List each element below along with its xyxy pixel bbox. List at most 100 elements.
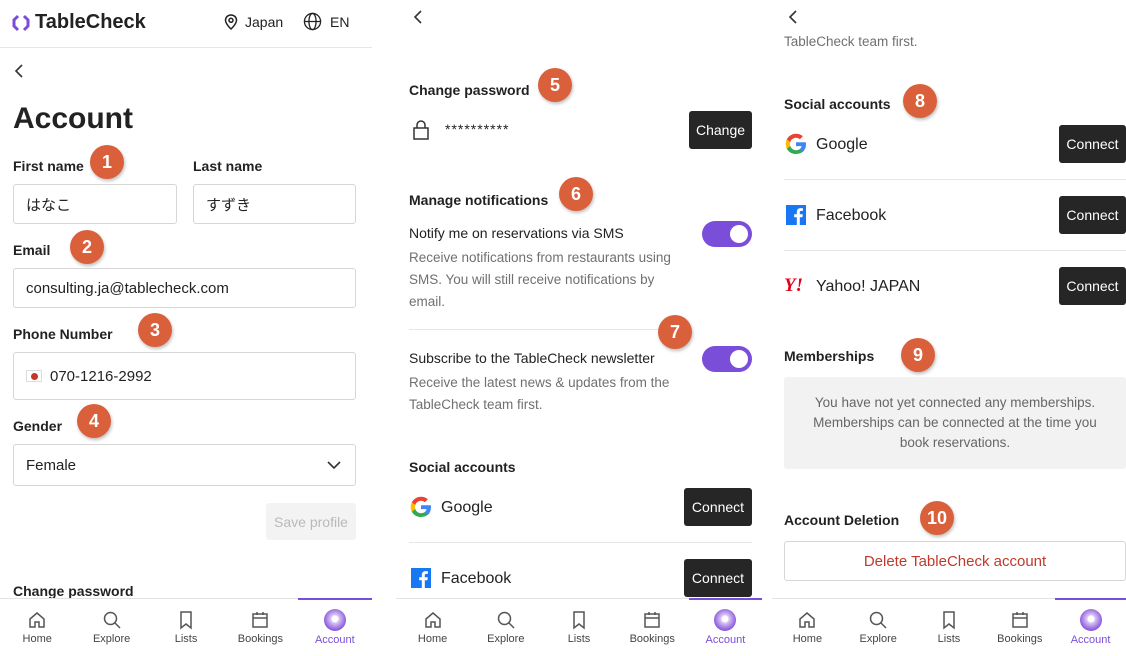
nav-lists-label: Lists bbox=[174, 633, 198, 645]
annotation-badge-4: 4 bbox=[77, 404, 111, 438]
google-connect-button[interactable]: Connect bbox=[1059, 125, 1126, 163]
region-label: Japan bbox=[245, 14, 284, 30]
email-label: Email bbox=[13, 242, 51, 258]
nav-explore[interactable]: Explore bbox=[843, 599, 914, 656]
change-password-heading-cut: Change password bbox=[13, 583, 134, 599]
bottom-navigation: Home Explore Lists Bookings Account bbox=[772, 598, 1126, 656]
brand-name: TableCheck bbox=[35, 11, 146, 33]
search-icon bbox=[869, 611, 887, 629]
avatar bbox=[1079, 609, 1102, 631]
phone-field[interactable]: 070-1216-2992 bbox=[13, 352, 356, 400]
facebook-connect-button[interactable]: Connect bbox=[1059, 196, 1126, 234]
bookmark-icon bbox=[573, 611, 585, 630]
yahoo-japan-label: Yahoo! JAPAN bbox=[816, 278, 921, 295]
nav-bookings-label: Bookings bbox=[237, 633, 284, 645]
nav-lists-label: Lists bbox=[937, 633, 961, 645]
search-icon bbox=[497, 611, 515, 629]
calendar-icon bbox=[1012, 612, 1028, 628]
nav-account[interactable]: Account bbox=[1055, 598, 1126, 656]
nav-bookings-label: Bookings bbox=[629, 633, 675, 645]
sms-notification-title: Notify me on reservations via SMS bbox=[409, 225, 624, 241]
nav-account[interactable]: Account bbox=[297, 598, 372, 656]
chevron-down-icon bbox=[327, 461, 341, 470]
annotation-badge-1: 1 bbox=[90, 145, 124, 179]
delete-account-button[interactable]: Delete TableCheck account bbox=[784, 541, 1126, 581]
memberships-empty-box: You have not yet connected any membershi… bbox=[784, 377, 1126, 469]
nav-explore[interactable]: Explore bbox=[469, 599, 542, 656]
change-password-button[interactable]: Change bbox=[689, 111, 752, 149]
nav-lists[interactable]: Lists bbox=[542, 599, 615, 656]
nav-home[interactable]: Home bbox=[772, 599, 843, 656]
back-chevron-icon[interactable] bbox=[14, 62, 24, 83]
nav-home[interactable]: Home bbox=[0, 599, 74, 656]
home-icon bbox=[799, 612, 816, 628]
nav-home-label: Home bbox=[22, 633, 52, 645]
region-selector[interactable]: Japan bbox=[224, 14, 283, 30]
nav-account-label: Account bbox=[314, 634, 355, 646]
back-chevron-icon[interactable] bbox=[788, 8, 798, 29]
social-accounts-heading: Social accounts bbox=[784, 96, 891, 112]
yahoo-japan-connect-button[interactable]: Connect bbox=[1059, 267, 1126, 305]
search-icon bbox=[103, 611, 121, 629]
gender-select[interactable]: Female bbox=[13, 444, 356, 486]
account-profile-panel: TableCheck Japan EN Account First name 1… bbox=[0, 0, 372, 656]
sms-notification-desc: Receive notifications from restaurants u… bbox=[409, 250, 671, 309]
language-label: EN bbox=[330, 13, 350, 30]
social-accounts-heading: Social accounts bbox=[409, 459, 516, 475]
home-icon bbox=[29, 612, 45, 628]
nav-lists[interactable]: Lists bbox=[149, 599, 223, 656]
annotation-badge-8: 8 bbox=[903, 84, 937, 118]
calendar-icon bbox=[252, 612, 269, 628]
annotation-badge-9: 9 bbox=[901, 338, 935, 372]
facebook-icon bbox=[411, 568, 431, 588]
nav-explore-label: Explore bbox=[92, 633, 131, 645]
newsletter-desc: Receive the latest news & updates from t… bbox=[409, 375, 670, 412]
facebook-icon bbox=[786, 205, 806, 225]
language-selector[interactable]: EN bbox=[303, 12, 349, 31]
gender-label: Gender bbox=[13, 418, 63, 434]
save-profile-button[interactable]: Save profile bbox=[266, 503, 356, 540]
nav-home[interactable]: Home bbox=[396, 599, 469, 656]
memberships-heading: Memberships bbox=[784, 348, 875, 364]
tablecheck-logo-icon bbox=[12, 14, 30, 31]
page-title: Account bbox=[13, 102, 133, 135]
location-pin-icon bbox=[224, 14, 238, 30]
first-name-label: First name bbox=[13, 158, 84, 174]
last-name-label: Last name bbox=[193, 158, 263, 174]
bottom-navigation: Home Explore Lists Bookings Account bbox=[396, 598, 762, 656]
email-field[interactable]: consulting.ja@tablecheck.com bbox=[13, 268, 356, 308]
google-label: Google bbox=[816, 136, 868, 153]
google-label: Google bbox=[441, 499, 493, 516]
facebook-connect-button[interactable]: Connect bbox=[684, 559, 752, 597]
memberships-empty-text: You have not yet connected any membershi… bbox=[813, 395, 1097, 450]
nav-account[interactable]: Account bbox=[688, 598, 762, 656]
google-icon bbox=[785, 133, 806, 154]
nav-home-label: Home bbox=[792, 633, 823, 645]
newsletter-toggle[interactable] bbox=[702, 346, 752, 372]
annotation-badge-3: 3 bbox=[138, 313, 172, 347]
top-header: TableCheck Japan EN bbox=[0, 0, 372, 48]
lock-icon bbox=[413, 120, 429, 140]
calendar-icon bbox=[644, 612, 660, 628]
japan-flag-icon bbox=[26, 370, 42, 382]
google-connect-button[interactable]: Connect bbox=[684, 488, 752, 526]
nav-bookings[interactable]: Bookings bbox=[984, 599, 1055, 656]
newsletter-title: Subscribe to the TableCheck newsletter bbox=[409, 350, 655, 366]
back-chevron-icon[interactable] bbox=[413, 8, 423, 29]
social-divider bbox=[409, 542, 752, 543]
sms-toggle[interactable] bbox=[702, 221, 752, 247]
nav-bookings[interactable]: Bookings bbox=[616, 599, 689, 656]
home-icon bbox=[424, 612, 441, 628]
nav-bookings[interactable]: Bookings bbox=[223, 599, 297, 656]
annotation-badge-6: 6 bbox=[559, 177, 593, 211]
nav-lists[interactable]: Lists bbox=[914, 599, 985, 656]
annotation-badge-10: 10 bbox=[920, 501, 954, 535]
newsletter-desc-tail: TableCheck team first. bbox=[784, 34, 918, 49]
last-name-field[interactable]: すずき bbox=[193, 184, 356, 224]
password-masked: ********** bbox=[445, 121, 510, 137]
brand-logo[interactable]: TableCheck bbox=[12, 11, 146, 34]
bottom-navigation: Home Explore Lists Bookings Account bbox=[0, 598, 372, 656]
nav-home-label: Home bbox=[417, 633, 448, 645]
nav-explore[interactable]: Explore bbox=[74, 599, 148, 656]
first-name-field[interactable]: はなこ bbox=[13, 184, 177, 224]
